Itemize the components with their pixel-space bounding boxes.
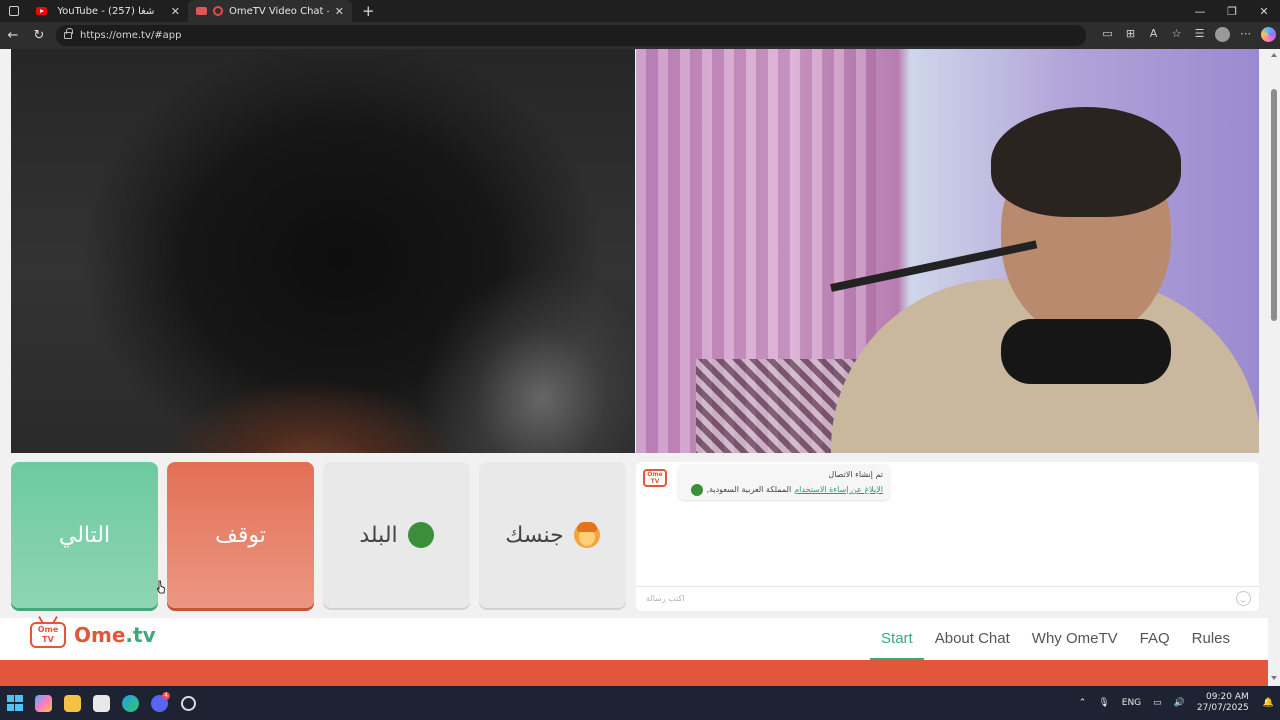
refresh-icon[interactable]: ↻: [26, 28, 52, 43]
stop-button[interactable]: توقف: [167, 462, 314, 608]
tab-youtube[interactable]: YouTube - (257) شغا ✕: [28, 0, 188, 22]
tray-overflow-icon[interactable]: ⌃: [1079, 698, 1087, 708]
lock-icon: [64, 28, 73, 39]
language-indicator[interactable]: ENG: [1122, 698, 1141, 708]
nav-faq[interactable]: FAQ: [1129, 618, 1181, 660]
nav-about-chat[interactable]: About Chat: [924, 618, 1021, 660]
notifications-icon[interactable]: 🔔: [1263, 698, 1274, 708]
windows-taskbar: 4 ⌃ 🎙 ENG ▭ 🔊 09:20 AM 27/07/2025 🔔: [0, 686, 1280, 720]
taskbar-edge[interactable]: [116, 686, 145, 720]
back-icon[interactable]: ←: [0, 28, 26, 43]
youtube-icon: [36, 7, 47, 15]
saudi-flag-icon: [407, 522, 434, 548]
saudi-flag-icon: [690, 483, 703, 496]
chat-input[interactable]: اكتب رسالة: [636, 586, 1259, 611]
chat-panel: Ome TV تم إنشاء الاتصال الإبلاغ عن إساءة…: [636, 462, 1259, 611]
tab-ometv[interactable]: OmeTV Video Chat — Ome ✕: [188, 0, 352, 22]
hand-cursor-icon: [157, 580, 165, 594]
url-input[interactable]: https://ome.tv/#app: [56, 25, 1086, 46]
system-message: تم إنشاء الاتصال الإبلاغ عن إساءة الاستخ…: [678, 464, 890, 500]
recorder-icon: [181, 695, 196, 711]
url-text: https://ome.tv/#app: [80, 30, 182, 41]
profile-icon[interactable]: [1211, 26, 1234, 45]
browser-tab-bar: YouTube - (257) شغا ✕ OmeTV Video Chat —…: [0, 0, 1280, 22]
favorites-icon[interactable]: ☰: [1188, 27, 1211, 45]
recording-icon: [213, 6, 223, 16]
folder-icon: [64, 694, 81, 712]
tab-actions-button[interactable]: [0, 0, 28, 22]
start-button[interactable]: [0, 686, 29, 720]
video-person: [830, 79, 1259, 453]
next-label: التالي: [58, 522, 111, 548]
nav-why-ometv[interactable]: Why OmeTV: [1021, 618, 1129, 660]
stranger-video: [11, 49, 635, 453]
scroll-thumb[interactable]: [1271, 89, 1277, 321]
window-controls: — ❐ ✕: [1184, 5, 1280, 18]
microphone: [1001, 319, 1171, 384]
address-bar: ← ↻ https://ome.tv/#app ▭ ⊞ A ☆ ☰ ⋯: [0, 22, 1280, 49]
taskbar-store[interactable]: [87, 686, 116, 720]
favorite-star-icon[interactable]: ☆: [1165, 27, 1188, 45]
microphone-icon[interactable]: 🎙: [1098, 698, 1109, 708]
site-header: Ome TV Ome.tv Start About Chat Why OmeTV…: [0, 618, 1268, 660]
stop-label: توقف: [215, 522, 266, 548]
hero-band: [0, 660, 1268, 686]
gender-button[interactable]: جنسك: [479, 462, 626, 608]
page-content: التالي توقف البلد جنسك Ome TV تم إنشاء ا…: [0, 49, 1280, 686]
country-button[interactable]: البلد: [323, 462, 470, 608]
network-icon[interactable]: ▭: [1153, 698, 1162, 708]
restore-icon[interactable]: ❐: [1216, 5, 1248, 18]
ometv-logo-icon: Ome TV: [643, 469, 667, 487]
scroll-down-icon[interactable]: [1271, 676, 1277, 680]
site-nav: Start About Chat Why OmeTV FAQ Rules: [870, 618, 1241, 660]
system-tray: ⌃ 🎙 ENG ▭ 🔊 09:20 AM 27/07/2025 🔔: [1073, 692, 1280, 714]
country-text: المملكة العربية السعودية,: [706, 485, 792, 494]
scroll-up-icon[interactable]: [1271, 53, 1277, 57]
tab-title: YouTube - (257) شغا: [57, 5, 155, 17]
taskbar-explorer[interactable]: [58, 686, 87, 720]
date: 27/07/2025: [1196, 703, 1249, 713]
camera-permission-icon[interactable]: ▭: [1096, 27, 1119, 45]
more-icon[interactable]: ⋯: [1234, 27, 1257, 45]
taskbar-recorder[interactable]: [174, 686, 203, 720]
next-button[interactable]: التالي: [11, 462, 158, 608]
chat-placeholder: اكتب رسالة: [646, 594, 685, 603]
page-scrollbar[interactable]: [1268, 49, 1280, 686]
address-bar-icons: ▭ ⊞ A ☆ ☰ ⋯: [1096, 26, 1280, 45]
nav-rules[interactable]: Rules: [1181, 618, 1241, 660]
self-video: [636, 49, 1259, 453]
tv-logo-icon: Ome TV: [30, 622, 66, 648]
new-tab-icon[interactable]: +: [362, 2, 375, 20]
time: 09:20 AM: [1206, 692, 1249, 702]
nav-start[interactable]: Start: [870, 618, 924, 660]
girl-face-icon: [573, 522, 600, 548]
read-aloud-icon[interactable]: A: [1142, 27, 1165, 45]
camera-icon: [196, 7, 207, 15]
close-window-icon[interactable]: ✕: [1248, 5, 1280, 18]
tab-title: OmeTV Video Chat — Ome: [229, 5, 329, 17]
tab-close-icon[interactable]: ✕: [171, 5, 180, 18]
taskbar-copilot[interactable]: [29, 686, 58, 720]
notification-badge: 4: [162, 692, 170, 700]
edge-icon: [122, 694, 139, 712]
minimize-icon[interactable]: —: [1184, 5, 1216, 18]
copilot-icon: [35, 694, 52, 712]
brand-name: Ome.tv: [74, 623, 156, 647]
clock[interactable]: 09:20 AM 27/07/2025: [1197, 692, 1249, 714]
windows-logo-icon: [6, 695, 23, 711]
emoji-icon[interactable]: [1236, 591, 1251, 606]
volume-icon[interactable]: 🔊: [1174, 698, 1185, 708]
ometv-logo[interactable]: Ome TV Ome.tv: [30, 622, 156, 648]
taskbar-discord[interactable]: 4: [145, 686, 174, 720]
gender-label: جنسك: [505, 522, 564, 548]
status-text: تم إنشاء الاتصال: [828, 470, 883, 479]
country-label: البلد: [359, 522, 398, 548]
tab-actions-icon: [9, 6, 19, 16]
apps-icon[interactable]: ⊞: [1119, 27, 1142, 45]
store-icon: [93, 694, 110, 712]
tab-close-icon[interactable]: ✕: [335, 5, 344, 18]
copilot-icon[interactable]: [1257, 26, 1280, 45]
report-abuse-link[interactable]: الإبلاغ عن إساءة الاستخدام: [794, 482, 883, 497]
